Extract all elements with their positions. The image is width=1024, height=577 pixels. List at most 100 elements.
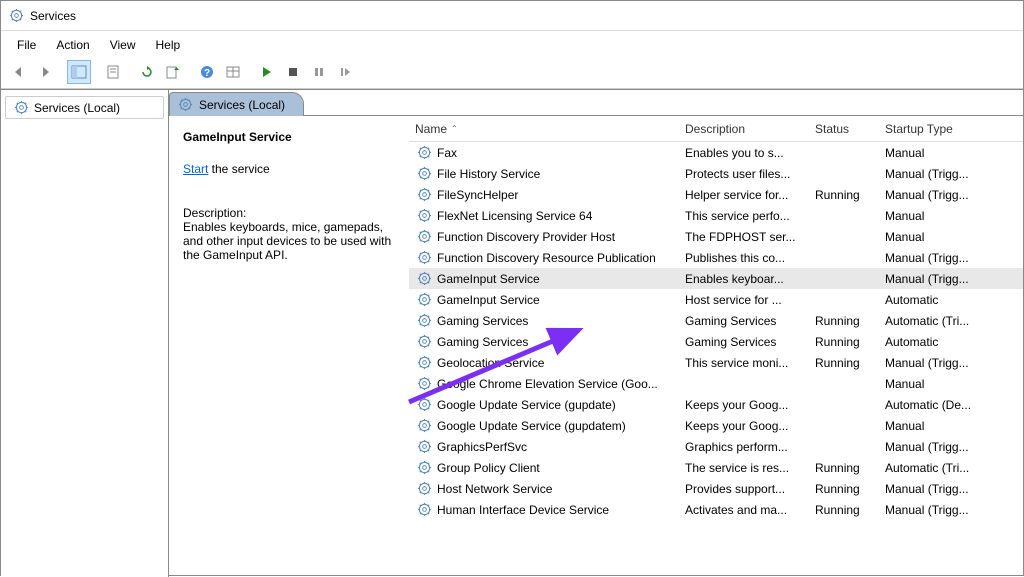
- col-description[interactable]: Description: [679, 118, 809, 140]
- service-desc: Provides support...: [679, 478, 809, 500]
- service-desc: Enables keyboar...: [679, 268, 809, 290]
- service-row[interactable]: GraphicsPerfSvcGraphics perform...Manual…: [409, 436, 1023, 457]
- stop-service-button[interactable]: [281, 60, 305, 84]
- panel-icon: [71, 65, 87, 79]
- service-startup: Manual (Trigg...: [879, 268, 999, 290]
- service-row[interactable]: File History Service Protects user files.…: [409, 163, 1023, 184]
- gear-icon: [417, 460, 432, 475]
- refresh-icon: [139, 65, 155, 79]
- service-status: [809, 401, 879, 409]
- gear-icon: [417, 502, 432, 517]
- gear-icon: [14, 100, 29, 115]
- service-desc: [679, 380, 809, 388]
- service-status: Running: [809, 499, 879, 521]
- service-name: File History Service: [437, 167, 540, 181]
- service-row[interactable]: Gaming ServicesGaming ServicesRunningAut…: [409, 310, 1023, 331]
- service-row[interactable]: FlexNet Licensing Service 64This service…: [409, 205, 1023, 226]
- gear-icon: [417, 229, 432, 244]
- service-desc: Publishes this co...: [679, 247, 809, 269]
- service-list: Name⌃ Description Status Startup Type Fa…: [409, 116, 1023, 577]
- gear-icon: [417, 313, 432, 328]
- export-icon: [165, 65, 181, 79]
- service-row[interactable]: Group Policy Client The service is res...…: [409, 457, 1023, 478]
- tab-services-local[interactable]: Services (Local): [169, 92, 304, 116]
- service-desc: Host service for ...: [679, 289, 809, 311]
- service-row[interactable]: FaxEnables you to s...Manual: [409, 142, 1023, 163]
- start-service-button[interactable]: [255, 60, 279, 84]
- service-name: Function Discovery Provider Host: [437, 230, 615, 244]
- detail-heading: GameInput Service: [183, 130, 397, 144]
- service-desc: Protects user files...: [679, 163, 809, 185]
- menu-action[interactable]: Action: [46, 36, 99, 54]
- export-button[interactable]: [161, 60, 185, 84]
- gear-icon: [417, 208, 432, 223]
- sort-caret-icon: ⌃: [451, 124, 458, 133]
- app-icon: [9, 8, 24, 23]
- gear-icon: [417, 145, 432, 160]
- service-row[interactable]: GameInput Service Host service for ... Aut…: [409, 289, 1023, 310]
- service-status: Running: [809, 310, 879, 332]
- menu-file[interactable]: File: [7, 36, 46, 54]
- filter-button[interactable]: [221, 60, 245, 84]
- col-name[interactable]: Name⌃: [409, 118, 679, 140]
- menu-view[interactable]: View: [100, 36, 146, 54]
- col-status[interactable]: Status: [809, 118, 879, 140]
- gear-icon: [417, 166, 432, 181]
- gear-icon: [417, 355, 432, 370]
- service-status: [809, 233, 879, 241]
- properties-button[interactable]: [101, 60, 125, 84]
- service-name: Gaming Services: [437, 335, 528, 349]
- gear-icon: [417, 187, 432, 202]
- start-link[interactable]: Start: [183, 162, 208, 176]
- help-button[interactable]: ?: [195, 60, 219, 84]
- menu-help[interactable]: Help: [146, 36, 191, 54]
- service-name: GameInput Service: [437, 293, 540, 307]
- service-name: FileSyncHelper: [437, 188, 518, 202]
- back-button[interactable]: [7, 60, 31, 84]
- tree-root-label: Services (Local): [34, 101, 120, 115]
- service-desc: Keeps your Goog...: [679, 415, 809, 437]
- service-name: Function Discovery Resource Publication: [437, 251, 656, 265]
- service-status: Running: [809, 184, 879, 206]
- service-desc: This service moni...: [679, 352, 809, 374]
- service-row[interactable]: Host Network ServiceProvides support...R…: [409, 478, 1023, 499]
- service-status: Running: [809, 478, 879, 500]
- gear-icon: [417, 292, 432, 307]
- service-row[interactable]: Gaming ServicesGaming ServicesRunningAut…: [409, 331, 1023, 352]
- service-row[interactable]: FileSyncHelperHelper service for...Runni…: [409, 184, 1023, 205]
- service-startup: Automatic: [879, 289, 999, 311]
- service-status: [809, 170, 879, 178]
- tree-root-services-local[interactable]: Services (Local): [5, 96, 164, 119]
- service-desc: The service is res...: [679, 457, 809, 479]
- service-row[interactable]: Google Update Service (gupdatem)Keeps yo…: [409, 415, 1023, 436]
- stop-icon: [287, 66, 299, 78]
- service-name: Human Interface Device Service: [437, 503, 609, 517]
- service-desc: Enables you to s...: [679, 142, 809, 164]
- service-startup: Automatic (Tri...: [879, 457, 999, 479]
- refresh-button[interactable]: [135, 60, 159, 84]
- service-row[interactable]: Geolocation ServiceThis service moni...R…: [409, 352, 1023, 373]
- service-desc: Activates and ma...: [679, 499, 809, 521]
- col-startup[interactable]: Startup Type: [879, 118, 999, 140]
- service-status: [809, 443, 879, 451]
- service-startup: Manual (Trigg...: [879, 163, 999, 185]
- service-status: [809, 422, 879, 430]
- service-row[interactable]: Human Interface Device Service Activates …: [409, 499, 1023, 520]
- service-name: Group Policy Client: [437, 461, 540, 475]
- show-hide-tree-button[interactable]: [67, 60, 91, 84]
- service-row[interactable]: Function Discovery Provider HostThe FDPH…: [409, 226, 1023, 247]
- gear-icon: [417, 376, 432, 391]
- service-status: [809, 149, 879, 157]
- pause-service-button[interactable]: [307, 60, 331, 84]
- restart-service-button[interactable]: [333, 60, 357, 84]
- service-startup: Manual: [879, 205, 999, 227]
- menu-bar: File Action View Help: [1, 31, 1023, 55]
- service-row[interactable]: Function Discovery Resource Publication P…: [409, 247, 1023, 268]
- window-title: Services: [30, 9, 76, 23]
- gear-icon: [417, 271, 432, 286]
- service-row[interactable]: GameInput ServiceEnables keyboar...Manua…: [409, 268, 1023, 289]
- play-icon: [261, 66, 273, 78]
- forward-button[interactable]: [33, 60, 57, 84]
- service-row[interactable]: Google Update Service (gupdate)Keeps you…: [409, 394, 1023, 415]
- service-row[interactable]: Google Chrome Elevation Service (Goo...M…: [409, 373, 1023, 394]
